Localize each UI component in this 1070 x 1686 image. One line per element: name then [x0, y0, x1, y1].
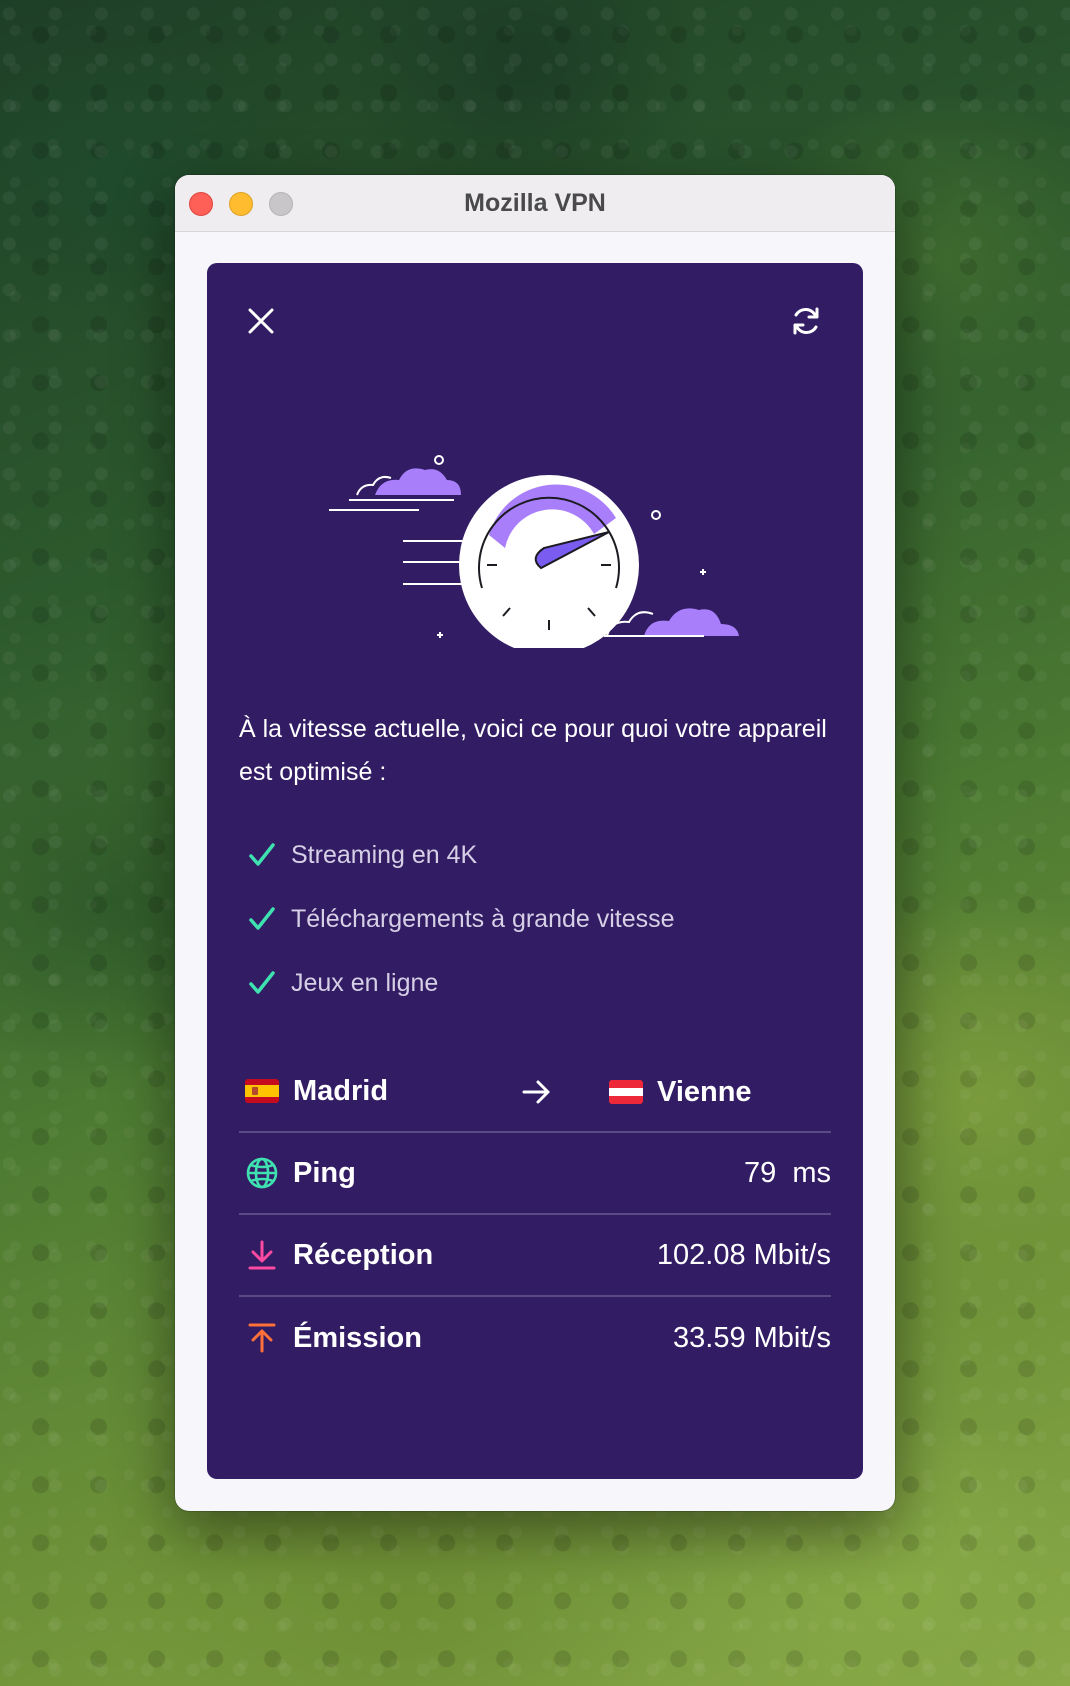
window-title: Mozilla VPN — [464, 189, 606, 217]
title-bar[interactable]: Mozilla VPN — [175, 175, 895, 232]
list-item: Téléchargements à grande vitesse — [247, 887, 827, 951]
download-row: Réception 102.08 Mbit/s — [239, 1215, 831, 1297]
refresh-icon — [793, 307, 819, 335]
checkmark-icon — [249, 907, 275, 930]
checkmark-icon — [249, 971, 275, 994]
checkmark-icon — [249, 843, 275, 866]
refresh-button[interactable] — [778, 293, 834, 349]
austria-flag-icon — [609, 1080, 643, 1104]
arrow-right-icon — [522, 1080, 550, 1104]
list-item: Streaming en 4K — [247, 823, 827, 887]
optimization-intro: À la vitesse actuelle, voici ce pour quo… — [239, 715, 827, 786]
list-item: Jeux en ligne — [247, 951, 827, 1015]
globe-icon — [246, 1157, 278, 1189]
connection-stats: Madrid Vienne Ping 79 ms Réception 102.0… — [239, 1051, 831, 1379]
destination-city: Vienne — [657, 1075, 752, 1108]
ping-label: Ping — [293, 1156, 356, 1189]
capability-label: Streaming en 4K — [291, 840, 478, 869]
upload-row: Émission 33.59 Mbit/s — [239, 1297, 831, 1379]
upload-label: Émission — [293, 1321, 422, 1354]
app-window: Mozilla VPN À la vitesse actuelle, voici… — [175, 175, 895, 1511]
upload-arrow-icon — [248, 1323, 276, 1353]
speedometer-illustration — [329, 455, 739, 648]
ping-value: 79 ms — [743, 1156, 831, 1189]
capabilities-list: Streaming en 4K Téléchargements à grande… — [247, 823, 827, 1015]
close-icon — [248, 308, 274, 334]
close-button[interactable] — [233, 293, 289, 349]
speed-test-panel: À la vitesse actuelle, voici ce pour quo… — [207, 263, 863, 1479]
origin-city: Madrid — [293, 1074, 389, 1107]
upload-value: 33.59 Mbit/s — [673, 1321, 831, 1354]
download-arrow-icon — [248, 1240, 276, 1270]
capability-label: Jeux en ligne — [291, 968, 439, 997]
capability-label: Téléchargements à grande vitesse — [291, 904, 675, 933]
connection-row: Madrid Vienne — [239, 1051, 831, 1133]
download-value: 102.08 Mbit/s — [656, 1238, 831, 1271]
ping-row: Ping 79 ms — [239, 1133, 831, 1215]
spain-flag-icon — [245, 1079, 279, 1103]
download-label: Réception — [293, 1238, 434, 1271]
